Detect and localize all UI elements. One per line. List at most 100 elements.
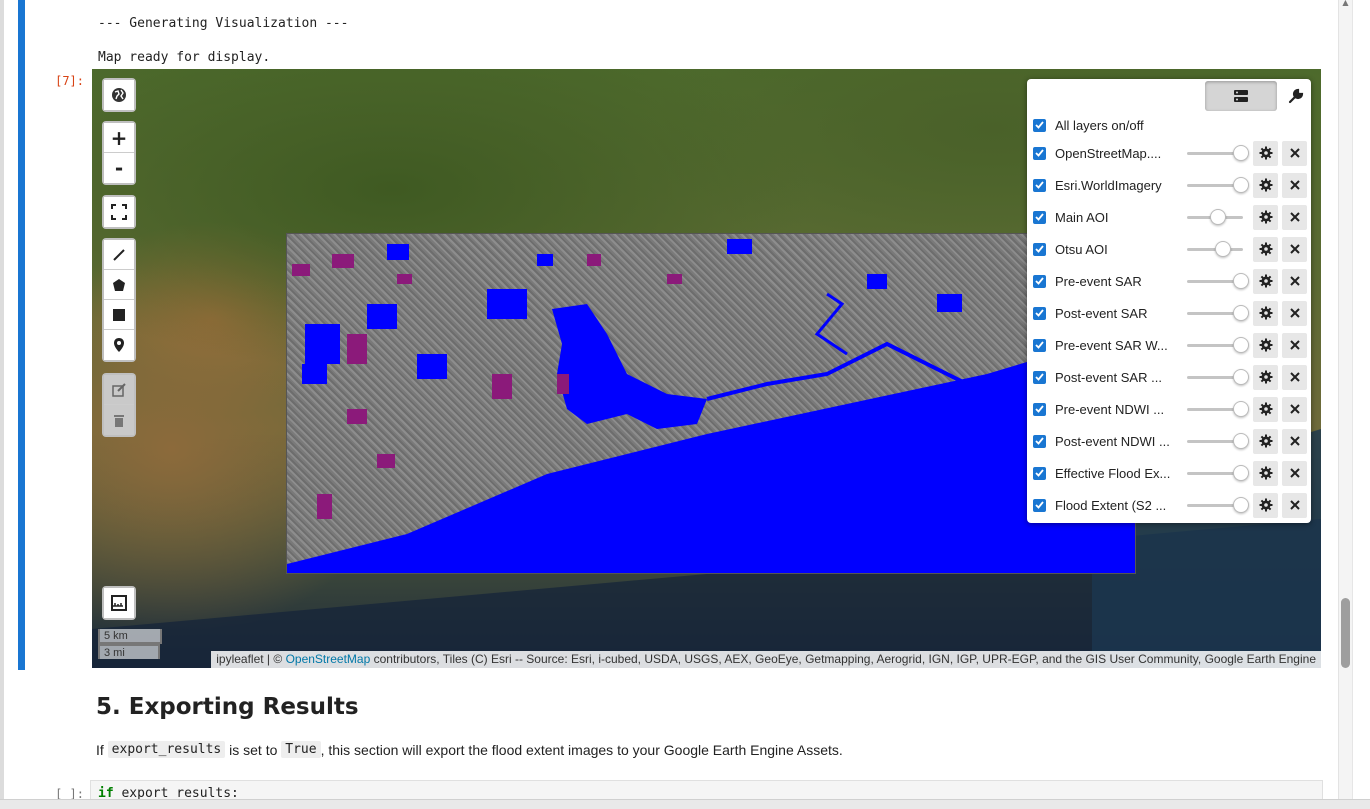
globe-icon[interactable] (104, 80, 134, 110)
layer-visibility-checkbox[interactable] (1033, 402, 1046, 416)
layer-opacity-slider[interactable] (1186, 273, 1249, 289)
measure-control[interactable] (102, 586, 136, 620)
fullscreen-icon[interactable] (104, 197, 134, 227)
zoom-in-button[interactable]: + (104, 123, 134, 153)
ruler-icon[interactable] (104, 588, 134, 618)
layer-opacity-slider[interactable] (1186, 497, 1249, 513)
layer-remove-button[interactable] (1282, 364, 1307, 390)
layer-settings-button[interactable] (1253, 428, 1278, 454)
all-layers-checkbox[interactable] (1033, 118, 1046, 132)
layer-settings-button[interactable] (1253, 204, 1278, 230)
layer-opacity-slider[interactable] (1186, 145, 1249, 161)
scroll-up-icon[interactable]: ▲ (1341, 0, 1350, 7)
layer-opacity-slider[interactable] (1186, 177, 1249, 193)
layer-opacity-slider[interactable] (1186, 241, 1247, 257)
layer-settings-button[interactable] (1253, 396, 1278, 422)
layer-remove-button[interactable] (1282, 140, 1307, 166)
layer-opacity-slider[interactable] (1186, 305, 1249, 321)
layers-toggle-button[interactable] (1205, 81, 1277, 111)
slider-thumb[interactable] (1232, 337, 1249, 353)
gear-icon (1259, 242, 1272, 256)
layer-row: OpenStreetMap.... (1031, 139, 1307, 167)
layer-visibility-checkbox[interactable] (1033, 306, 1046, 320)
close-icon (1289, 276, 1300, 286)
wrench-button[interactable] (1281, 81, 1311, 111)
layer-visibility-checkbox[interactable] (1033, 274, 1046, 288)
layer-opacity-slider[interactable] (1186, 209, 1247, 225)
layer-remove-button[interactable] (1282, 492, 1307, 518)
layer-visibility-checkbox[interactable] (1033, 434, 1046, 448)
layer-settings-button[interactable] (1253, 140, 1278, 166)
layer-opacity-slider[interactable] (1186, 433, 1249, 449)
edit-icon[interactable] (104, 375, 134, 405)
scrollbar-track[interactable] (1338, 0, 1352, 809)
layer-name: Pre-event SAR W... (1055, 337, 1168, 353)
slider-thumb[interactable] (1232, 497, 1249, 513)
slider-thumb[interactable] (1232, 273, 1249, 289)
slider-thumb[interactable] (1232, 465, 1249, 481)
layer-remove-button[interactable] (1282, 268, 1307, 294)
slider-thumb[interactable] (1232, 433, 1249, 449)
layer-settings-button[interactable] (1253, 268, 1278, 294)
slider-thumb[interactable] (1214, 241, 1231, 257)
rectangle-icon[interactable] (104, 300, 134, 330)
draw-toolbar[interactable] (102, 238, 136, 362)
osm-attribution-link[interactable]: OpenStreetMap (286, 652, 371, 666)
paragraph-text-1: If (96, 741, 108, 758)
edit-toolbar[interactable] (102, 373, 136, 437)
slider-thumb[interactable] (1232, 305, 1249, 321)
layer-settings-button[interactable] (1253, 172, 1278, 198)
layer-remove-button[interactable] (1282, 204, 1307, 230)
layer-remove-button[interactable] (1282, 460, 1307, 486)
polygon-icon[interactable] (104, 270, 134, 300)
trash-icon[interactable] (104, 405, 134, 435)
layer-visibility-checkbox[interactable] (1033, 370, 1046, 384)
layer-remove-button[interactable] (1282, 172, 1307, 198)
slider-thumb[interactable] (1209, 209, 1226, 225)
zoom-control[interactable]: + - (102, 121, 136, 185)
layer-visibility-checkbox[interactable] (1033, 210, 1046, 224)
slider-thumb[interactable] (1232, 177, 1249, 193)
slider-thumb[interactable] (1232, 145, 1249, 161)
layer-remove-button[interactable] (1282, 332, 1307, 358)
layer-visibility-checkbox[interactable] (1033, 146, 1046, 160)
layer-opacity-slider[interactable] (1186, 337, 1249, 353)
layer-settings-button[interactable] (1253, 332, 1278, 358)
layer-settings-button[interactable] (1253, 300, 1278, 326)
layer-opacity-slider[interactable] (1186, 401, 1249, 417)
scrollbar-thumb[interactable] (1341, 598, 1350, 668)
gear-icon (1259, 434, 1272, 448)
basemap-control[interactable] (102, 78, 136, 112)
fullscreen-control[interactable] (102, 195, 136, 229)
layer-remove-button[interactable] (1282, 300, 1307, 326)
layer-remove-button[interactable] (1282, 396, 1307, 422)
gear-icon (1259, 466, 1272, 480)
slider-thumb[interactable] (1232, 401, 1249, 417)
layer-remove-button[interactable] (1282, 428, 1307, 454)
layer-visibility-checkbox[interactable] (1033, 466, 1046, 480)
layer-settings-button[interactable] (1253, 364, 1278, 390)
layer-opacity-slider[interactable] (1186, 465, 1249, 481)
layer-opacity-slider[interactable] (1186, 369, 1249, 385)
zoom-out-button[interactable]: - (104, 153, 134, 183)
section-paragraph: If export_results is set to True, this s… (96, 741, 843, 758)
sar-image-layer (286, 233, 1136, 574)
layer-row: Otsu AOI (1031, 235, 1307, 263)
all-layers-label: All layers on/off (1055, 117, 1144, 133)
layer-visibility-checkbox[interactable] (1033, 498, 1046, 512)
marker-icon[interactable] (104, 330, 134, 360)
layer-settings-button[interactable] (1253, 460, 1278, 486)
polyline-icon[interactable] (104, 240, 134, 270)
layer-visibility-checkbox[interactable] (1033, 242, 1046, 256)
layer-settings-button[interactable] (1253, 236, 1278, 262)
slider-thumb[interactable] (1232, 369, 1249, 385)
layer-settings-button[interactable] (1253, 492, 1278, 518)
close-icon (1289, 212, 1300, 222)
close-icon (1289, 340, 1300, 350)
layer-visibility-checkbox[interactable] (1033, 338, 1046, 352)
layer-remove-button[interactable] (1282, 236, 1307, 262)
inline-code-export-results: export_results (107, 741, 226, 758)
map-widget[interactable]: + - 5 km 3 mi ipyleaflet | © OpenStreetM… (92, 69, 1321, 668)
layer-visibility-checkbox[interactable] (1033, 178, 1046, 192)
layer-name: Otsu AOI (1055, 241, 1108, 257)
